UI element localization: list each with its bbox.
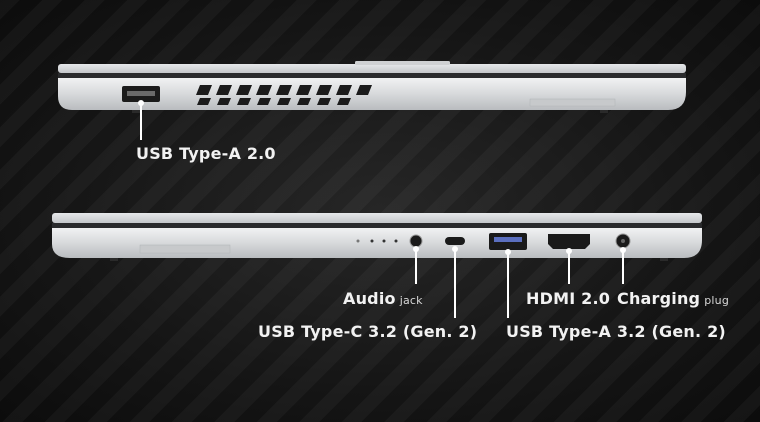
laptop-base [52,228,702,258]
label-usb-a-20-text: USB Type-A 2.0 [136,144,276,163]
label-hdmi-text: HDMI 2.0 [526,289,611,308]
hdmi-port [548,234,590,249]
callout-dot-audio [413,246,419,252]
rubber-foot [660,258,668,261]
label-hdmi: HDMI 2.0 [526,289,610,308]
label-audio: Audio jack [343,289,423,308]
charging-port-pin [621,239,625,243]
label-charging-suffix: plug [704,294,729,307]
rubber-foot [132,110,140,113]
callout-dot-hdmi [566,248,572,254]
speaker-grille-right [139,244,231,254]
rubber-foot [600,110,608,113]
laptop-seam [58,73,686,78]
vent-grille [196,85,372,105]
audio-jack-port [409,234,423,248]
label-usb-c: USB Type-C 3.2 (Gen. 2) [258,322,477,341]
label-usb-a-20: USB Type-A 2.0 [136,144,276,163]
callout-dot-charging [620,247,626,253]
usb-c-port [445,237,465,245]
callout-dot-usb-c [452,246,458,252]
usb-a-port-tongue [127,91,155,96]
callout-dot-usb-a-20 [138,100,144,106]
label-charging: Charging plug [617,289,729,308]
callout-dot-usb-a-32 [505,249,511,255]
laptop-sides-illustration [52,61,702,318]
rubber-foot [110,258,118,261]
laptop-lid-edge [52,213,702,223]
label-usb-c-text: USB Type-C 3.2 (Gen. 2) [258,322,478,341]
usb-a-32-port-tongue [494,237,522,242]
laptop-lid-edge [58,64,686,73]
laptop-seam [52,223,702,228]
label-audio-text: Audio [343,289,396,308]
label-audio-suffix: jack [399,294,423,307]
label-usb-a-32: USB Type-A 3.2 (Gen. 2) [506,322,726,341]
label-usb-a-32-text: USB Type-A 3.2 (Gen. 2) [506,322,726,341]
speaker-grille-left [529,98,616,107]
label-charging-text: Charging [617,289,701,308]
laptop-left-side [58,61,686,140]
hinge-bump [355,61,450,65]
